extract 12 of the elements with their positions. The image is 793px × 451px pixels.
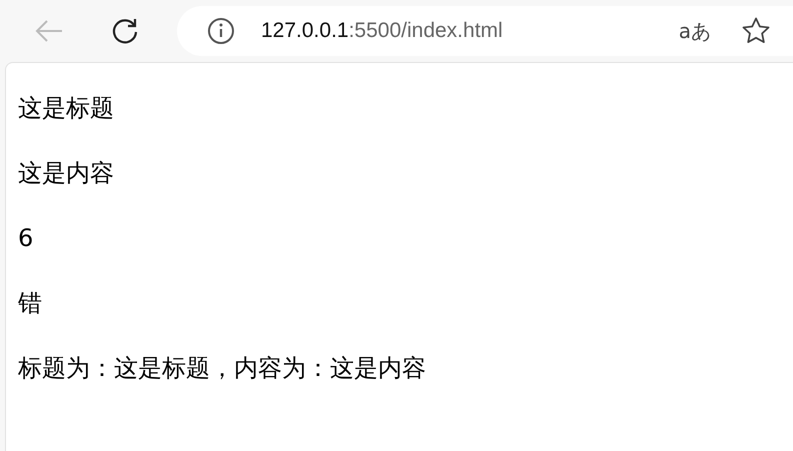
- paragraph-text: 标题为：这是标题，内容为：这是内容: [18, 353, 427, 384]
- paragraph-text: 这是内容: [18, 158, 115, 189]
- paragraph-text: 6: [18, 223, 34, 254]
- info-icon[interactable]: [207, 17, 235, 45]
- paragraph-text: 错: [18, 288, 43, 319]
- back-arrow-icon: [34, 19, 64, 43]
- read-aloud-button[interactable]: aあ: [678, 18, 711, 44]
- paragraph-text: 这是标题: [18, 93, 115, 124]
- url-text: 127.0.0.1:5500/index.html: [261, 19, 503, 43]
- refresh-icon: [110, 16, 140, 46]
- address-bar[interactable]: 127.0.0.1:5500/index.html aあ: [177, 6, 793, 56]
- favorite-star-icon[interactable]: [741, 16, 771, 46]
